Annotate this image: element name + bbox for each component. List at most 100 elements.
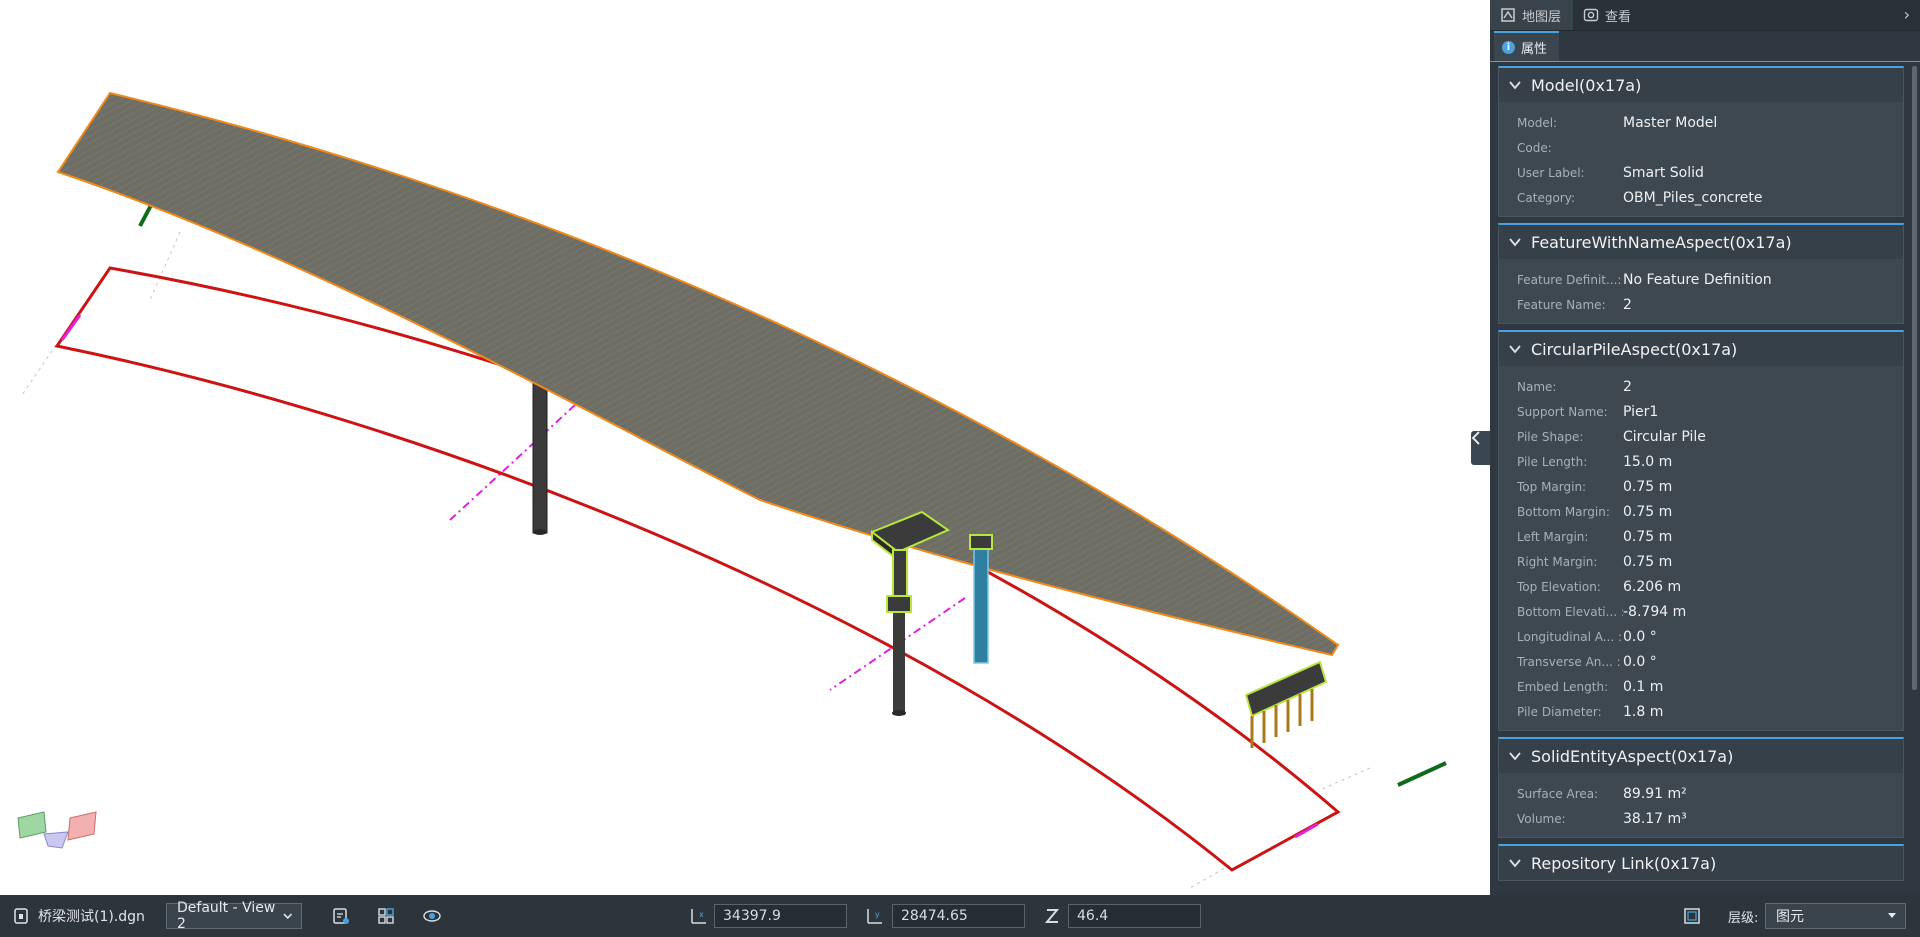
- section-title: Repository Link(0x17a): [1531, 853, 1717, 873]
- view-rotate-button[interactable]: [422, 906, 442, 926]
- section-title: SolidEntityAspect(0x17a): [1531, 746, 1734, 766]
- property-rows: Name: 2 Support Name: Pier1 Pile Shape: Circu…: [1499, 366, 1903, 730]
- level-select-value: 图元: [1776, 909, 1804, 925]
- property-row: Bottom Margin: 0.75 m: [1499, 499, 1903, 524]
- property-row: Feature Definit...: No Feature Definition: [1499, 267, 1903, 292]
- file-icon: [14, 908, 28, 924]
- section-title: CircularPileAspect(0x17a): [1531, 339, 1738, 359]
- property-sections: Model(0x17a) Model: Master Model Code: User …: [1490, 66, 1920, 895]
- property-row: Pile Length: 15.0 m: [1499, 449, 1903, 474]
- property-row: Surface Area: 89.91 m²: [1499, 781, 1903, 806]
- chevron-down-icon: [1509, 81, 1521, 90]
- view-select-value: Default - View 2: [177, 900, 276, 932]
- tab-view[interactable]: 查看: [1573, 0, 1643, 30]
- property-value: 0.1 m: [1623, 678, 1664, 695]
- property-row: Model: Master Model: [1499, 110, 1903, 135]
- property-value: OBM_Piles_concrete: [1623, 189, 1763, 206]
- guide-line: [149, 231, 181, 301]
- property-key: Longitudinal A... :: [1517, 629, 1623, 644]
- x-coordinate-field[interactable]: 34397.9: [714, 904, 847, 928]
- property-rows: Model: Master Model Code: User Label: Smart …: [1499, 102, 1903, 216]
- property-key: Bottom Elevati... :: [1517, 604, 1623, 619]
- property-section: CircularPileAspect(0x17a) Name: 2 Support N…: [1498, 330, 1904, 731]
- section-title: FeatureWithNameAspect(0x17a): [1531, 232, 1792, 252]
- section-header[interactable]: CircularPileAspect(0x17a): [1499, 332, 1903, 366]
- tab-map-layers[interactable]: 地图层: [1490, 0, 1574, 30]
- chevron-left-icon: [1471, 431, 1480, 445]
- property-row: Embed Length: 0.1 m: [1499, 674, 1903, 699]
- chevron-down-icon: [1888, 913, 1896, 918]
- 3d-viewport[interactable]: [0, 0, 1490, 895]
- pier-stem: [892, 549, 908, 599]
- z-coordinate-value: 46.4: [1077, 908, 1109, 924]
- property-key: Code:: [1517, 140, 1552, 155]
- chevron-down-icon: [1509, 752, 1521, 761]
- x-coordinate-value: 34397.9: [723, 908, 781, 924]
- pier-footing: [886, 595, 912, 613]
- tab-view-label: 查看: [1605, 9, 1632, 25]
- property-value: 0.0 °: [1623, 628, 1657, 645]
- view-attributes-button[interactable]: [331, 906, 351, 926]
- collapse-panel-button[interactable]: [1471, 431, 1490, 465]
- section-header[interactable]: Repository Link(0x17a): [1499, 846, 1903, 880]
- chevron-down-icon: [1509, 345, 1521, 354]
- tab-properties[interactable]: i 属性: [1494, 31, 1560, 61]
- view-select[interactable]: Default - View 2: [166, 900, 302, 932]
- property-key: Surface Area:: [1517, 786, 1599, 801]
- fit-view-button[interactable]: [1682, 906, 1702, 926]
- property-value: 2: [1623, 378, 1632, 395]
- chevron-right-icon[interactable]: ›: [1904, 5, 1910, 24]
- property-row: Top Margin: 0.75 m: [1499, 474, 1903, 499]
- property-section: Repository Link(0x17a): [1498, 844, 1904, 881]
- property-section: Model(0x17a) Model: Master Model Code: User …: [1498, 66, 1904, 217]
- x-coordinate-icon: x: [689, 906, 709, 926]
- property-row: User Label: Smart Solid: [1499, 160, 1903, 185]
- property-value: 0.75 m: [1623, 478, 1673, 495]
- property-rows: Surface Area: 89.91 m² Volume: 38.17 m³: [1499, 773, 1903, 837]
- bridge-model-drawing[interactable]: [0, 0, 1490, 895]
- view-orientation-widget[interactable]: [17, 811, 97, 849]
- section-header[interactable]: Model(0x17a): [1499, 68, 1903, 102]
- property-row: Pile Diameter: 1.8 m: [1499, 699, 1903, 724]
- view-icon: [1583, 8, 1599, 22]
- svg-text:y: y: [875, 910, 880, 919]
- grid-view-button[interactable]: [376, 906, 396, 926]
- tab-properties-label: 属性: [1521, 41, 1548, 57]
- property-row: Support Name: Pier1: [1499, 399, 1903, 424]
- property-row: Volume: 38.17 m³: [1499, 806, 1903, 831]
- property-value: 15.0 m: [1623, 453, 1673, 470]
- property-value: -8.794 m: [1623, 603, 1687, 620]
- bridge-deck[interactable]: [56, 91, 1340, 657]
- panel-scrollbar[interactable]: [1912, 66, 1917, 690]
- property-row: Left Margin: 0.75 m: [1499, 524, 1903, 549]
- chevron-down-icon: [1509, 238, 1521, 247]
- guide-line: [1319, 767, 1371, 791]
- guide-line: [21, 344, 57, 396]
- chevron-down-icon: [283, 913, 293, 919]
- abutment-cap: [1244, 660, 1328, 718]
- property-value: Circular Pile: [1623, 428, 1706, 445]
- property-row: Transverse An... :0.0 °: [1499, 649, 1903, 674]
- properties-panel: 地图层 查看 › i 属性 Model(0x17a) Model: Master M…: [1490, 0, 1920, 895]
- selected-circular-pile[interactable]: [973, 544, 989, 664]
- property-key: Pile Length:: [1517, 454, 1588, 469]
- grid-icon: [378, 908, 394, 924]
- section-header[interactable]: FeatureWithNameAspect(0x17a): [1499, 225, 1903, 259]
- layers-icon: [1501, 8, 1515, 22]
- z-coordinate-field[interactable]: 46.4: [1068, 904, 1201, 928]
- property-row: Right Margin: 0.75 m: [1499, 549, 1903, 574]
- outline-end-magenta: [1294, 822, 1319, 839]
- guide-line: [1189, 864, 1231, 889]
- pier-column-base: [892, 710, 906, 716]
- property-key: Model:: [1517, 115, 1558, 130]
- property-value: 2: [1623, 296, 1632, 313]
- section-header[interactable]: SolidEntityAspect(0x17a): [1499, 739, 1903, 773]
- pile-cap: [969, 534, 993, 550]
- y-coordinate-field[interactable]: 28474.65: [892, 904, 1025, 928]
- property-key: Top Elevation:: [1517, 579, 1601, 594]
- property-key: Bottom Margin:: [1517, 504, 1610, 519]
- property-key: Volume:: [1517, 811, 1566, 826]
- property-key: Pile Diameter:: [1517, 704, 1602, 719]
- property-key: Embed Length:: [1517, 679, 1609, 694]
- level-select[interactable]: 图元: [1765, 903, 1906, 929]
